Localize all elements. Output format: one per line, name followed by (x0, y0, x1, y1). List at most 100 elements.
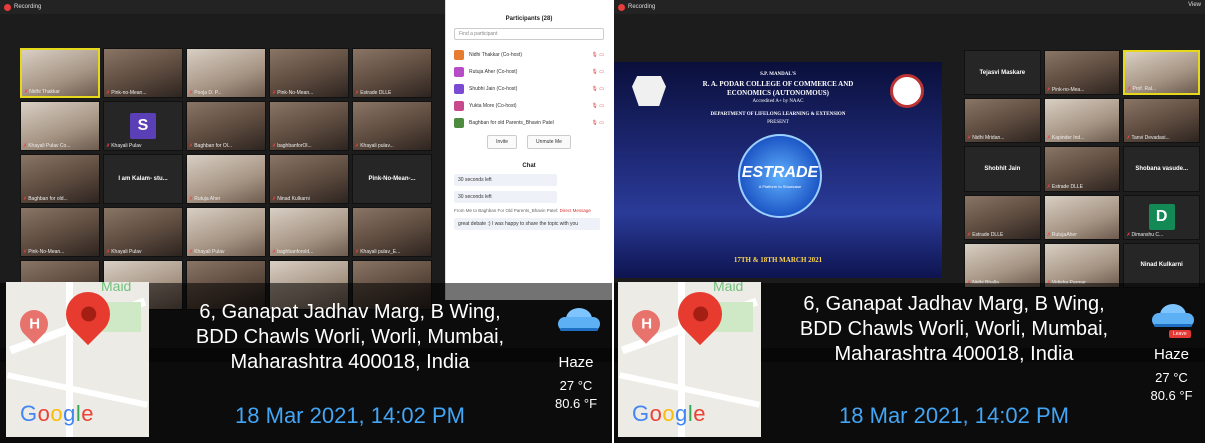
video-tile[interactable]: ✗Khayali Pulav (186, 207, 266, 257)
participant-row[interactable]: Shubhi Jain (Co-host) 🎙 ▭ (446, 80, 612, 97)
invite-button[interactable]: Invite (487, 135, 518, 149)
address-text: 6, Ganapat Jadhav Marg, B Wing, BDD Chaw… (170, 300, 530, 375)
tile-caption: ✗Ninad Kulkarni (272, 196, 310, 202)
tile-name-center: Tejasvi Maskare (979, 69, 1026, 76)
mic-muted-icon: ✗ (1127, 86, 1132, 93)
video-tile[interactable]: ✗Pink-No-Mean... (269, 48, 349, 98)
weather-condition: Haze (1153, 346, 1190, 363)
participants-panel: Participants (28) Find a participant Nid… (445, 0, 612, 300)
participant-avatar (454, 49, 464, 60)
video-tile[interactable]: ✗Nidhi Mridan... (964, 98, 1041, 144)
video-tile[interactable]: ✗baghbanforOl... (269, 101, 349, 151)
mic-muted-icon: ✗ (189, 143, 194, 149)
video-tile[interactable]: ✗Prof. Ral... (1123, 50, 1200, 96)
tile-label: Nidhi Mridan... (972, 135, 1005, 142)
participant-row[interactable]: Nidhi Thakkar (Co-host) 🎙 ▭ (446, 46, 612, 63)
video-tile[interactable]: ✗Vidisha Parmar (1043, 242, 1121, 288)
weather-info: Haze 27 °C 80.6 °F (540, 354, 612, 413)
video-tile[interactable]: I am Kalam- stu... (103, 154, 183, 204)
video-tile[interactable]: ✗Nidhi Thakkar (20, 48, 100, 98)
mic-muted-icon: ✗ (1046, 183, 1051, 190)
mic-camera-muted-icon[interactable]: 🎙 ▭ (592, 120, 604, 126)
address-line: BDD Chawls Worli, Worli, Mumbai, (799, 318, 1109, 340)
leave-button[interactable]: Leave (1169, 330, 1191, 338)
mic-muted-icon: ✗ (967, 135, 972, 142)
participant-name: Shubhi Jain (Co-host) (469, 85, 518, 92)
datetime-stamp: 18 Mar 2021, 14:02 PM (235, 403, 465, 428)
participant-row[interactable]: Yukta More (Co-host) 🎙 ▭ (446, 97, 612, 114)
video-tile[interactable]: ✗Tanvi Devadasi... (1123, 98, 1200, 144)
mic-muted-icon: ✗ (23, 196, 28, 202)
mic-camera-muted-icon[interactable]: 🎙 ▭ (592, 69, 604, 75)
mic-camera-muted-icon[interactable]: 🎙 ▭ (592, 103, 604, 109)
video-tile[interactable]: Tejasvi Maskare (964, 50, 1041, 96)
video-tile[interactable]: ✗Baghban for Ol... (186, 101, 266, 151)
video-tile[interactable]: ✗Khayali pulav... (352, 101, 432, 151)
video-tile[interactable]: ✗Pink-no-Mean... (103, 48, 183, 98)
mic-muted-icon: ✗ (24, 89, 29, 95)
tile-caption: ✗Estrade DLLE (967, 232, 1003, 238)
video-tile[interactable]: ✗baghbanforold... (269, 207, 349, 257)
tile-label: Pink-No-Mean... (28, 249, 65, 255)
tile-name-center: Shobhit Jain (984, 165, 1021, 172)
video-tile[interactable]: ✗Estrade DLLE (352, 48, 432, 98)
video-tile[interactable]: ✗Rutuja Aher (186, 154, 266, 204)
chat-message: great debate :) I was happy to share the… (454, 218, 601, 230)
estrade-logo: ESTRADE A Platform to Showcase (738, 134, 822, 218)
mic-muted-icon: ✗ (967, 231, 972, 238)
slide-line: S.P. MANDAL'S (760, 72, 796, 77)
address-line: 6, Ganapat Jadhav Marg, B Wing, (803, 293, 1105, 315)
tile-label: Pink-no-Mea... (1051, 87, 1085, 94)
video-tile[interactable]: ✗Estrade DLLE (1043, 146, 1121, 192)
video-tile[interactable]: Ninad Kulkarni (1123, 242, 1200, 288)
video-tile[interactable]: ✗Khayali pulav_E... (352, 207, 432, 257)
slide-line: R. A. PODAR COLLEGE OF COMMERCE AND (702, 80, 854, 88)
video-tile[interactable]: Pink-No-Mean-... (352, 154, 432, 204)
video-tile[interactable]: D ✗Dimanshu C... (1123, 194, 1200, 240)
video-tile[interactable]: ✗RutujaAher (1043, 194, 1121, 240)
view-button[interactable]: View (1188, 2, 1201, 8)
video-tile[interactable]: ✗Estrade DLLE (964, 194, 1041, 240)
mic-camera-muted-icon[interactable]: 🎙 ▭ (592, 52, 604, 58)
map-thumbnail[interactable]: Maid H Google (618, 282, 761, 437)
mic-muted-icon: ✗ (272, 90, 277, 96)
direct-message-tag: Direct Message (559, 208, 591, 213)
video-tile[interactable]: ✗Khayali Pulav Co... (20, 101, 100, 151)
tile-caption: ✗Pink-no-Mea... (1047, 87, 1085, 93)
map-place-label: Maid (713, 282, 744, 294)
mic-muted-icon: ✗ (106, 249, 111, 255)
mic-muted-icon: ✗ (1046, 231, 1051, 238)
video-tile[interactable]: ✗Pink-No-Mean... (20, 207, 100, 257)
video-tile[interactable]: Shobana vasude... (1123, 146, 1200, 192)
participant-row[interactable]: Baghban for old Parents_Bhavin Patel 🎙 ▭ (446, 114, 612, 131)
video-tile[interactable]: ✗Khayali Pulav (103, 207, 183, 257)
video-tile[interactable]: ✗Pooja D. P... (186, 48, 266, 98)
video-tile[interactable]: S ✗Khayali Pulav (103, 101, 183, 151)
unmute-me-button[interactable]: Unmute Me (527, 135, 571, 149)
video-tile[interactable]: ✗Kapinder Ind... (1043, 98, 1121, 144)
mic-camera-muted-icon[interactable]: 🎙 ▭ (592, 86, 604, 92)
map-place-label: Maid (101, 282, 132, 294)
mic-muted-icon: ✗ (106, 90, 111, 96)
tile-label: Prof. Ral... (1132, 86, 1157, 93)
participant-avatar (454, 100, 464, 111)
video-tile[interactable]: ✗Baghban for old... (20, 154, 100, 204)
slide-line: DEPARTMENT OF LIFELONG LEARNING & EXTENS… (710, 112, 846, 117)
tile-caption: ✗Khayali pulav... (355, 143, 394, 149)
video-tile[interactable]: ✗Nidhi Bhalla (964, 242, 1041, 288)
tile-label: Khayali Pulav (111, 143, 142, 149)
tile-label: Kapinder Ind... (1051, 135, 1085, 142)
map-thumbnail[interactable]: Maid H Google (6, 282, 149, 437)
participants-title: Participants (28) (505, 16, 553, 22)
slide-line: PRESENT (767, 120, 789, 125)
address-text: 6, Ganapat Jadhav Marg, B Wing, BDD Chaw… (774, 292, 1134, 367)
mic-muted-icon: ✗ (272, 249, 277, 255)
video-tile[interactable]: ✗Ninad Kulkarni (269, 154, 349, 204)
recording-label: Recording (14, 4, 42, 10)
participant-search-input[interactable]: Find a participant (454, 28, 604, 40)
participant-name: Nidhi Thakkar (Co-host) (469, 51, 522, 58)
participant-row[interactable]: Rutuja Aher (Co-host) 🎙 ▭ (446, 63, 612, 80)
video-tile[interactable]: Shobhit Jain (964, 146, 1041, 192)
video-tile[interactable]: ✗Pink-no-Mea... (1043, 50, 1121, 96)
mic-muted-icon: ✗ (1046, 87, 1051, 94)
